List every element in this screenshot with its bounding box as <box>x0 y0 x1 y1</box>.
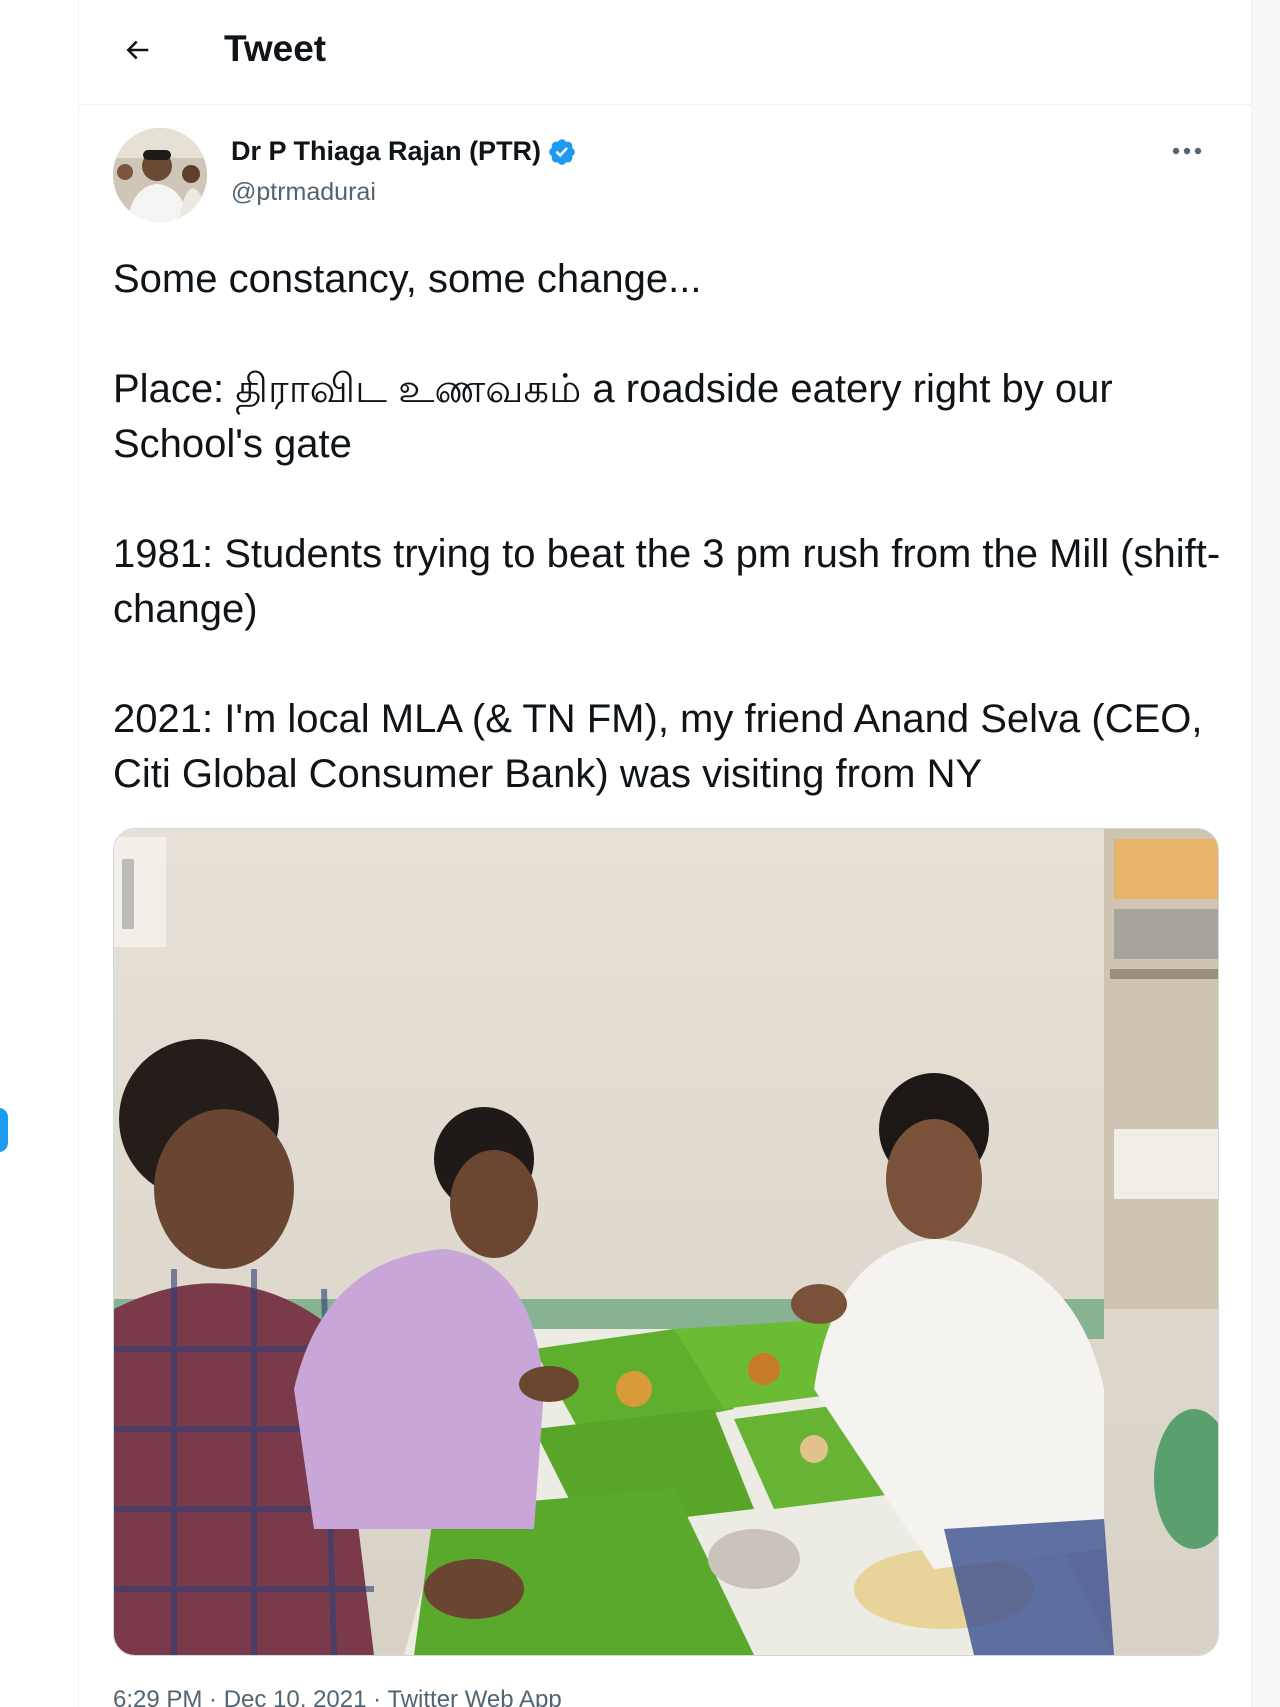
left-nav-rail <box>0 0 78 1707</box>
tweet-author: Dr P Thiaga Rajan (PTR) @ptrmadurai <box>113 126 1217 226</box>
main-column: Tweet Dr P Thiaga Rajan (PTR) @ptrmadura… <box>78 0 1252 1707</box>
page-title: Tweet <box>224 28 327 69</box>
more-horizontal-icon <box>1172 147 1202 155</box>
page-header: Tweet <box>79 0 1251 105</box>
photo-people-eating-on-banana-leaves <box>114 829 1218 1655</box>
verified-badge-icon <box>549 138 575 165</box>
tweet-compose-button-edge[interactable] <box>0 1108 8 1152</box>
back-button[interactable] <box>113 26 161 74</box>
arrow-left-icon <box>126 40 149 60</box>
user-handle[interactable]: @ptrmadurai <box>231 178 376 207</box>
avatar-photo <box>113 128 207 222</box>
tweet-text: Some constancy, some change... Place: தி… <box>113 252 1223 802</box>
tweet-page: Tweet Dr P Thiaga Rajan (PTR) @ptrmadura… <box>0 0 1280 1707</box>
name-line: Dr P Thiaga Rajan (PTR) <box>231 136 577 167</box>
avatar[interactable] <box>113 128 207 222</box>
more-options-button[interactable] <box>1167 136 1207 166</box>
tweet-paragraph: 1981: Students trying to beat the 3 pm r… <box>113 532 1221 631</box>
tweet-paragraph: 2021: I'm local MLA (& TN FM), my friend… <box>113 697 1203 796</box>
tweet-timestamp[interactable]: 6:29 PM · Dec 10, 2021 · Twitter Web App <box>113 1686 562 1707</box>
tweet-paragraph: Place: திராவிட உணவகம் a roadside eatery … <box>113 367 1113 466</box>
tweet-photo[interactable] <box>113 828 1219 1656</box>
tweet-paragraph: Some constancy, some change... <box>113 257 702 301</box>
display-name[interactable]: Dr P Thiaga Rajan (PTR) <box>231 136 541 167</box>
